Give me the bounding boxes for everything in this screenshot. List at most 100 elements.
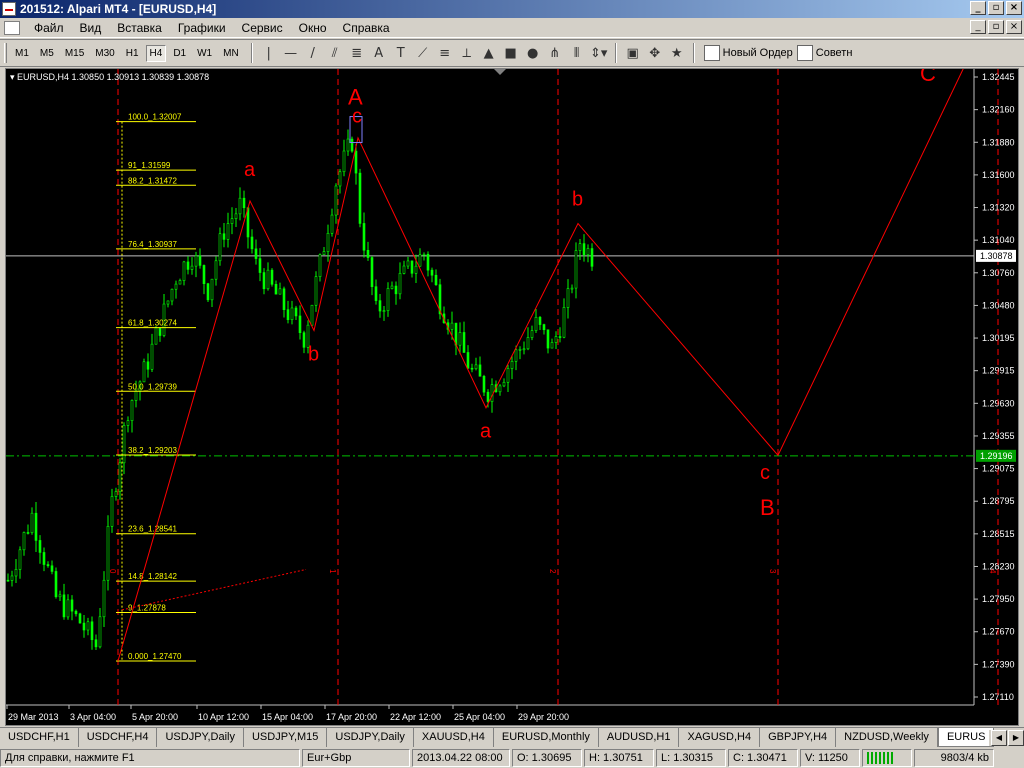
advisors-button[interactable]: Советн <box>796 45 852 61</box>
candle-body <box>530 330 534 338</box>
arrows-dropdown-icon[interactable]: ⇕▾ <box>588 43 610 63</box>
child-restore-button[interactable]: ▫ <box>988 20 1004 34</box>
candle-body <box>538 316 542 325</box>
toolbar-grip[interactable] <box>4 43 7 63</box>
tab-scroll-right-icon[interactable]: ▶ <box>1008 730 1024 746</box>
status-datetime: 2013.04.22 08:00 <box>412 749 510 767</box>
vertical-line-icon[interactable]: | <box>258 43 280 63</box>
text-label-icon[interactable]: T <box>390 43 412 63</box>
tab-scroll-left-icon[interactable]: ◀ <box>991 730 1007 746</box>
advisors-icon <box>796 45 813 61</box>
timeframe-m5[interactable]: M5 <box>36 45 58 62</box>
timeframe-h1[interactable]: H1 <box>122 45 143 62</box>
timeframe-d1[interactable]: D1 <box>169 45 190 62</box>
candle-body <box>578 243 582 251</box>
candle-body <box>130 400 134 421</box>
new-order-button[interactable]: Новый Ордер <box>703 45 793 61</box>
candle-body <box>50 565 54 572</box>
fibo-retracement-icon[interactable]: ≡ <box>434 43 456 63</box>
fib-level-label: 100.0_1.32007 <box>128 113 182 122</box>
elliott-wave-line <box>117 69 964 662</box>
chart-tab[interactable]: EURUSD,Monthly <box>493 728 599 747</box>
candle-body <box>410 260 414 274</box>
menu-view[interactable]: Вид <box>72 21 110 35</box>
favorites-icon[interactable]: ★ <box>666 43 688 63</box>
child-minimize-button[interactable]: _ <box>970 20 986 34</box>
chart-tab[interactable]: EURUS <box>937 728 995 747</box>
candle-body <box>34 512 38 541</box>
candle-body <box>310 304 314 326</box>
menu-window[interactable]: Окно <box>291 21 335 35</box>
candle-body <box>346 138 350 152</box>
channel-icon[interactable]: ⫽ <box>324 43 346 63</box>
level-price-label: 1.29196 <box>980 451 1013 461</box>
status-profile[interactable]: Eur+Gbp <box>302 749 410 767</box>
horizontal-line-icon[interactable]: — <box>280 43 302 63</box>
candle-body <box>474 364 478 370</box>
fib-level-label: 23.6_1.28541 <box>128 525 177 534</box>
candle-body <box>334 185 338 216</box>
chart-shift-icon[interactable]: ▣ <box>622 43 644 63</box>
candle-body <box>14 569 18 577</box>
candle-body <box>486 391 490 402</box>
price-chart[interactable]: 1.324451.321601.318801.316001.313201.310… <box>6 69 1019 726</box>
candle-body <box>58 594 62 598</box>
chart-tab[interactable]: USDCHF,H4 <box>78 728 158 747</box>
candle-body <box>462 332 466 353</box>
timeframe-w1[interactable]: W1 <box>193 45 216 62</box>
chart-info-line: ▾ EURUSD,H4 1.30850 1.30913 1.30839 1.30… <box>10 72 210 82</box>
close-button[interactable]: × <box>1006 1 1022 15</box>
fibo-channel-icon[interactable]: ≣ <box>346 43 368 63</box>
chart-tab[interactable]: USDCHF,H1 <box>0 728 79 747</box>
maximize-button[interactable]: ▫ <box>988 1 1004 15</box>
child-close-button[interactable]: × <box>1006 20 1022 34</box>
candle-body <box>586 248 590 256</box>
x-tick-label: 29 Apr 20:00 <box>518 712 569 722</box>
candle-body <box>390 285 394 289</box>
trendline-icon[interactable]: / <box>302 43 324 63</box>
fibo-expansion-icon[interactable]: ⟂ <box>456 43 478 63</box>
chart-window[interactable]: 1.324451.321601.318801.316001.313201.310… <box>5 68 1019 726</box>
candle-body <box>178 280 182 285</box>
chart-tab[interactable]: USDJPY,Daily <box>327 728 414 747</box>
menu-tools[interactable]: Сервис <box>234 21 291 35</box>
candle-body <box>258 258 262 273</box>
ellipse-icon[interactable]: ● <box>522 43 544 63</box>
candle-body <box>554 336 558 343</box>
chart-tab[interactable]: USDJPY,M15 <box>243 728 328 747</box>
candle-body <box>202 265 206 284</box>
timeframe-h4[interactable]: H4 <box>145 44 167 62</box>
status-help: Для справки, нажмите F1 <box>0 749 300 767</box>
cycle-lines-icon[interactable]: ⦀ <box>566 43 588 63</box>
rectangle-icon[interactable]: ■ <box>500 43 522 63</box>
candle-body <box>426 253 430 271</box>
candle-body <box>250 236 254 250</box>
toolbar-separator <box>614 43 617 63</box>
candle-body <box>6 579 10 582</box>
chart-tab[interactable]: USDJPY,Daily <box>157 728 244 747</box>
fibo-fan-icon[interactable]: ⟋ <box>412 43 434 63</box>
menu-charts[interactable]: Графики <box>170 21 234 35</box>
chart-tab[interactable]: GBPJPY,H4 <box>760 728 837 747</box>
chart-tab[interactable]: XAGUSD,H4 <box>679 728 761 747</box>
menu-file[interactable]: Файл <box>26 21 72 35</box>
chart-tab[interactable]: NZDUSD,Weekly <box>836 728 938 747</box>
timeframe-mn[interactable]: MN <box>219 45 243 62</box>
timeframe-m30[interactable]: M30 <box>91 45 118 62</box>
crosshair-icon[interactable]: ✥ <box>644 43 666 63</box>
connection-bars-icon[interactable] <box>862 749 912 767</box>
text-icon[interactable]: A <box>368 43 390 63</box>
menu-insert[interactable]: Вставка <box>109 21 170 35</box>
menu-help[interactable]: Справка <box>335 21 398 35</box>
chart-tab[interactable]: XAUUSD,H4 <box>413 728 494 747</box>
andrews-pitchfork-icon[interactable]: ⋔ <box>544 43 566 63</box>
timeframe-m15[interactable]: M15 <box>61 45 88 62</box>
wave-label: b <box>572 189 583 211</box>
timeframe-m1[interactable]: M1 <box>11 45 33 62</box>
minimize-button[interactable]: _ <box>970 1 986 15</box>
triangle-icon[interactable]: ▲ <box>478 43 500 63</box>
chart-window-icon[interactable] <box>4 20 20 35</box>
candle-body <box>110 496 114 527</box>
chart-tab[interactable]: AUDUSD,H1 <box>598 728 680 747</box>
x-tick-label: 3 Apr 04:00 <box>70 712 116 722</box>
